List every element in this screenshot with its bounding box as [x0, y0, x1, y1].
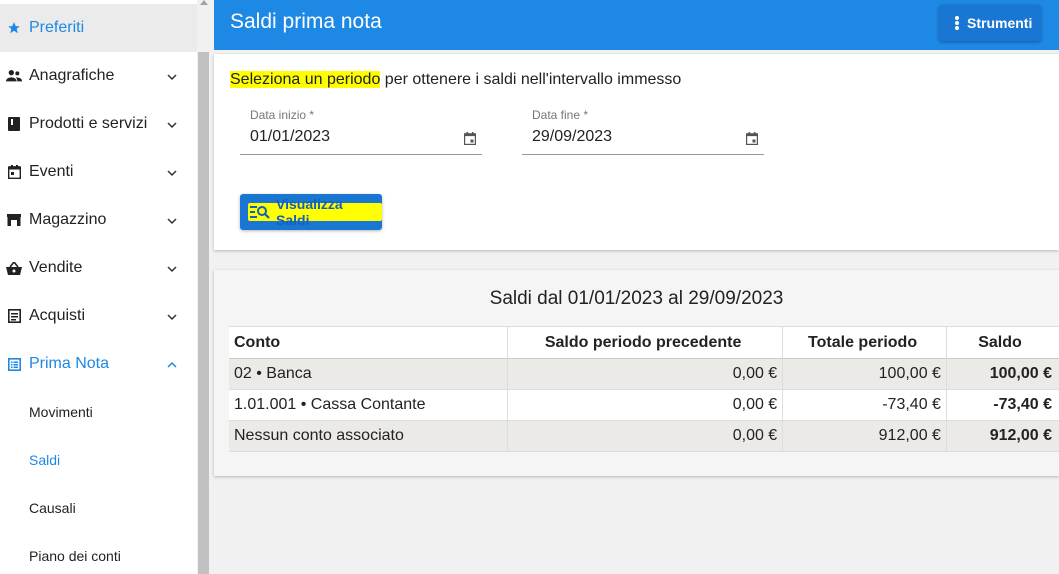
visualizza-saldi-button[interactable]: Visualizza Saldi: [240, 194, 382, 230]
table-row: 02 • Banca 0,00 € 100,00 € 100,00 €: [229, 358, 1059, 390]
sidebar-item-label: Magazzino: [29, 211, 107, 228]
saldi-table: Conto Saldo periodo precedente Totale pe…: [229, 326, 1059, 452]
cell-saldo: -73,40 €: [945, 389, 1059, 421]
calendar-icon: [6, 164, 22, 180]
chevron-down-icon: [167, 116, 177, 134]
sidebar-item-label: Prodotti e servizi: [29, 115, 148, 132]
cell-saldo-precedente: 0,00 €: [507, 420, 783, 452]
sidebar-item-prima-nota[interactable]: Prima Nota: [0, 340, 197, 388]
visualizza-saldi-label: Visualizza Saldi: [276, 196, 343, 228]
receipt-icon: [6, 308, 22, 324]
cell-conto: 02 • Banca: [229, 358, 508, 390]
sidebar-item-label: Acquisti: [29, 307, 86, 324]
chevron-down-icon: [167, 260, 177, 278]
sidebar-item-vendite[interactable]: Vendite: [0, 244, 197, 292]
cell-saldo: 100,00 €: [945, 358, 1059, 390]
tools-button-label: Strumenti: [967, 15, 1033, 31]
start-date-value[interactable]: 01/01/2023: [250, 128, 330, 146]
sidebar-item-magazzino[interactable]: Magazzino: [0, 196, 197, 244]
list-icon: [6, 356, 22, 372]
cell-saldo-precedente: 0,00 €: [507, 389, 783, 421]
sidebar-item-label: Prima Nota: [29, 355, 110, 372]
sidebar-subitem-causali[interactable]: Causali: [29, 498, 76, 518]
chevron-down-icon: [167, 164, 177, 182]
more-vert-icon: [955, 16, 959, 30]
intro-text: Seleziona un periodo per ottenere i sald…: [230, 71, 681, 89]
star-icon: [6, 20, 22, 36]
sidebar-item-eventi[interactable]: Eventi: [0, 148, 197, 196]
calendar-icon[interactable]: [464, 132, 477, 150]
end-date-field[interactable]: Data fine * 29/09/2023: [522, 108, 764, 155]
sidebar-item-preferiti[interactable]: Preferiti: [0, 4, 197, 52]
filter-card: Seleziona un periodo per ottenere i sald…: [214, 54, 1059, 250]
people-icon: [6, 68, 22, 84]
sidebar-item-acquisti[interactable]: Acquisti: [0, 292, 197, 340]
basket-icon: [6, 260, 22, 276]
page-title: Saldi prima nota: [230, 10, 382, 33]
sidebar-item-label: Preferiti: [29, 19, 85, 36]
sidebar-item-label: Anagrafiche: [29, 67, 115, 84]
sidebar-item-prodotti[interactable]: Prodotti e servizi: [0, 100, 197, 148]
chevron-down-icon: [167, 212, 177, 230]
scroll-thumb[interactable]: [198, 52, 209, 574]
cell-conto: 1.01.001 • Cassa Contante: [229, 389, 508, 421]
column-header-saldo[interactable]: Saldo: [945, 326, 1059, 359]
cell-saldo-precedente: 0,00 €: [507, 358, 783, 390]
chevron-down-icon: [167, 68, 177, 86]
sidebar-subitem-movimenti[interactable]: Movimenti: [29, 402, 93, 422]
column-header-totale-periodo[interactable]: Totale periodo: [782, 326, 947, 359]
chevron-down-icon: [167, 308, 177, 326]
intro-highlight: Seleziona un periodo: [230, 71, 381, 88]
visualizza-saldi-button-inner: Visualizza Saldi: [248, 196, 382, 228]
sidebar-scrollbar[interactable]: [197, 0, 211, 574]
calendar-icon[interactable]: [746, 132, 759, 150]
warehouse-icon: [6, 212, 22, 228]
column-header-conto[interactable]: Conto: [229, 326, 508, 359]
results-heading: Saldi dal 01/01/2023 al 29/09/2023: [489, 288, 784, 309]
intro-rest: per ottenere i saldi nell'intervallo imm…: [380, 71, 682, 88]
book-icon: [6, 116, 22, 132]
sidebar-subitem-saldi[interactable]: Saldi: [29, 450, 60, 470]
table-row: 1.01.001 • Cassa Contante 0,00 € -73,40 …: [229, 389, 1059, 421]
cell-totale-periodo: -73,40 €: [782, 389, 947, 421]
cell-conto: Nessun conto associato: [229, 420, 508, 452]
table-row: Nessun conto associato 0,00 € 912,00 € 9…: [229, 420, 1059, 452]
scroll-up-arrow-icon[interactable]: [200, 0, 208, 5]
sidebar-item-anagrafiche[interactable]: Anagrafiche: [0, 52, 197, 100]
app-bar: Saldi prima nota Strumenti: [214, 0, 1059, 50]
column-header-saldo-precedente[interactable]: Saldo periodo precedente: [507, 326, 783, 359]
sidebar: Preferiti Anagrafiche Prodotti e servizi…: [0, 0, 197, 574]
search-list-icon: [250, 205, 270, 219]
results-card: Saldi dal 01/01/2023 al 29/09/2023 Conto…: [214, 270, 1059, 476]
end-date-value[interactable]: 29/09/2023: [532, 128, 612, 146]
cell-totale-periodo: 912,00 €: [782, 420, 947, 452]
sidebar-item-label: Eventi: [29, 163, 74, 180]
sidebar-item-label: Vendite: [29, 259, 83, 276]
sidebar-subitem-piano-dei-conti[interactable]: Piano dei conti: [29, 546, 121, 566]
cell-totale-periodo: 100,00 €: [782, 358, 947, 390]
end-date-label: Data fine *: [532, 108, 589, 122]
start-date-label: Data inizio *: [250, 108, 315, 122]
cell-saldo: 912,00 €: [945, 420, 1059, 452]
start-date-field[interactable]: Data inizio * 01/01/2023: [240, 108, 482, 155]
table-header-row: Conto Saldo periodo precedente Totale pe…: [229, 326, 1059, 359]
tools-button[interactable]: Strumenti: [939, 5, 1041, 41]
chevron-up-icon: [167, 356, 177, 374]
